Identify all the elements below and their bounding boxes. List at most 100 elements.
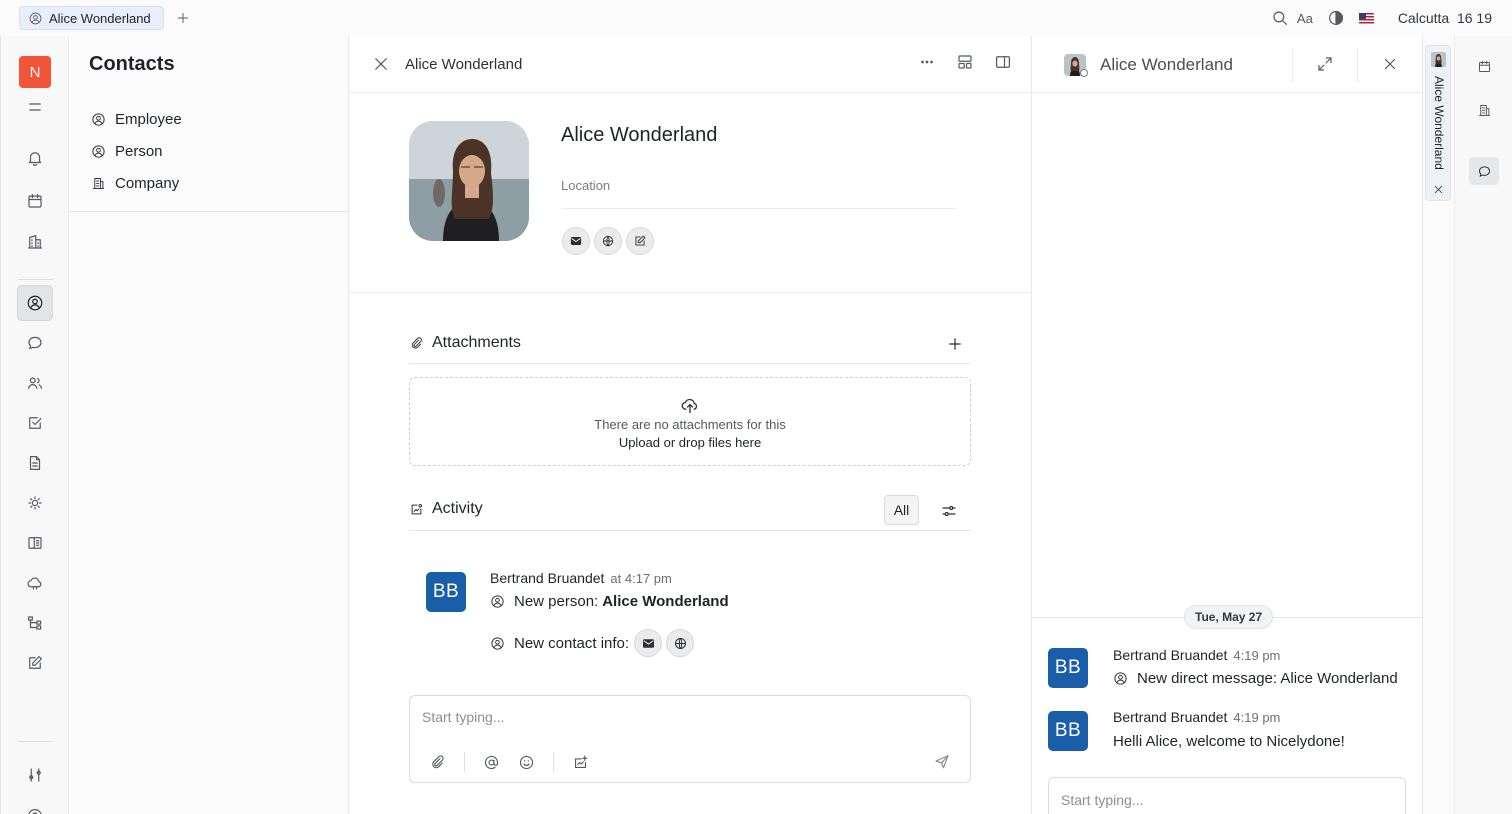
activity-prefix: New person: (514, 593, 599, 610)
add-tab-icon[interactable] (176, 11, 190, 25)
sidebar-item-company[interactable]: Company (91, 175, 179, 192)
email-icon[interactable] (562, 227, 590, 255)
expand-icon[interactable] (1316, 55, 1334, 73)
message-time: 4:19 pm (1233, 710, 1281, 725)
team-button[interactable] (17, 365, 53, 401)
search-icon[interactable] (1271, 9, 1289, 27)
message-body: New direct message: Alice Wonderland (1137, 670, 1398, 687)
sidebar-toggle-icon[interactable] (994, 53, 1012, 71)
calendar-icon (1477, 59, 1492, 74)
help-button[interactable] (17, 798, 53, 814)
edit-contact-icon[interactable] (626, 227, 654, 255)
right-aside-bar (1454, 36, 1512, 814)
theme-toggle-icon[interactable] (1327, 9, 1345, 27)
avatar[interactable]: BB (1048, 648, 1088, 688)
attachment-dropzone[interactable]: There are no attachments for this Upload… (409, 377, 971, 466)
person-circle-icon (490, 636, 505, 651)
sidebar-item-label: Employee (115, 111, 182, 128)
globe-icon[interactable] (594, 227, 622, 255)
composer-placeholder: Start typing... (1061, 792, 1144, 808)
no-attachments-text: There are no attachments for this (594, 417, 786, 432)
sidebar-item-employee[interactable]: Employee (91, 111, 182, 128)
office-button[interactable] (17, 224, 53, 260)
email-icon[interactable] (634, 629, 663, 657)
aside-calendar-button[interactable] (1469, 52, 1499, 80)
message-composer[interactable]: Start typing... (1048, 777, 1406, 814)
attachments-header: Attachments (409, 334, 521, 352)
top-bar: Alice Wonderland Aa Calcutta 16 19 (0, 0, 1512, 36)
aside-chat-button[interactable] (1469, 157, 1499, 185)
font-size-button[interactable]: Aa (1297, 11, 1313, 26)
attach-icon[interactable] (429, 754, 446, 771)
mention-icon[interactable] (483, 754, 500, 771)
message-text: New direct message: Alice Wonderland (1113, 670, 1398, 687)
filter-settings-icon[interactable] (940, 502, 958, 520)
author-name[interactable]: Bertrand Bruandet (490, 570, 604, 586)
notifications-button[interactable] (17, 140, 53, 176)
profile-name[interactable]: Alice Wonderland (561, 122, 761, 148)
sidebar-item-label: Person (115, 143, 163, 160)
close-icon[interactable] (1381, 55, 1399, 73)
menu-button[interactable] (17, 89, 53, 125)
workspace-logo[interactable]: N (19, 56, 51, 88)
close-icon[interactable] (372, 55, 390, 73)
building-icon (26, 233, 44, 251)
emoji-icon[interactable] (518, 754, 535, 771)
person-circle-icon (26, 294, 44, 312)
tasks-button[interactable] (17, 405, 53, 441)
workspace-tab[interactable]: Alice Wonderland (19, 6, 164, 30)
avatar[interactable]: BB (1048, 711, 1088, 751)
person-circle-icon (1113, 671, 1128, 686)
activity-subject[interactable]: Alice Wonderland (602, 593, 728, 610)
more-icon[interactable] (918, 53, 936, 71)
upload-hint: Upload or drop files here (618, 435, 762, 450)
avatar (1431, 52, 1446, 67)
people-icon (26, 374, 44, 392)
direct-message-panel: Alice Wonderland Tue, May 27 BB Bertrand… (1032, 36, 1423, 814)
author-name[interactable]: Bertrand Bruandet (1113, 709, 1227, 725)
pinned-chat-tab[interactable]: Alice Wonderland (1425, 45, 1451, 201)
structure-button[interactable] (17, 605, 53, 641)
layout-icon[interactable] (956, 53, 974, 71)
activity-filter-all[interactable]: All (884, 495, 919, 525)
aside-office-button[interactable] (1469, 96, 1499, 124)
comment-composer[interactable]: Start typing... (409, 695, 971, 783)
knowledge-button[interactable] (17, 525, 53, 561)
location-field[interactable]: Location (561, 178, 610, 193)
calendar-button[interactable] (17, 183, 53, 219)
activity-author: Bertrand Bruandet at 4:17 pm (490, 570, 672, 586)
attachments-divider (409, 363, 971, 364)
bell-icon (26, 149, 44, 167)
globe-icon[interactable] (666, 629, 695, 657)
sun-icon (26, 494, 44, 512)
add-activity-icon[interactable] (572, 754, 589, 771)
edit-icon (26, 654, 44, 672)
edit-button[interactable] (17, 645, 53, 681)
documents-button[interactable] (17, 445, 53, 481)
message-author: Bertrand Bruandet 4:19 pm (1113, 709, 1280, 725)
presence-indicator (1080, 69, 1088, 77)
world-clock[interactable]: Calcutta 16 19 (1398, 10, 1492, 26)
activity-divider (409, 530, 971, 531)
book-icon (26, 534, 44, 552)
checkbox-icon (26, 414, 44, 432)
sidebar-title: Contacts (89, 53, 175, 75)
add-attachment-icon[interactable] (946, 335, 964, 353)
avatar[interactable]: BB (426, 572, 466, 612)
profile-photo[interactable] (409, 121, 529, 241)
sidebar-item-person[interactable]: Person (91, 143, 163, 160)
pinned-tab-label: Alice Wonderland (1432, 76, 1446, 170)
sidebar-divider (69, 211, 349, 212)
chat-button[interactable] (17, 325, 53, 361)
chat-header: Alice Wonderland (1032, 36, 1423, 93)
author-name[interactable]: Bertrand Bruandet (1113, 647, 1227, 663)
tracker-button[interactable] (17, 485, 53, 521)
send-icon[interactable] (933, 752, 951, 770)
drive-button[interactable] (17, 565, 53, 601)
us-flag-icon[interactable] (1358, 12, 1374, 24)
contacts-button[interactable] (17, 285, 53, 321)
close-icon[interactable] (1432, 183, 1445, 196)
sidebar-item-label: Company (115, 175, 180, 192)
settings-button[interactable] (17, 757, 53, 793)
clock-city: Calcutta (1397, 10, 1450, 26)
